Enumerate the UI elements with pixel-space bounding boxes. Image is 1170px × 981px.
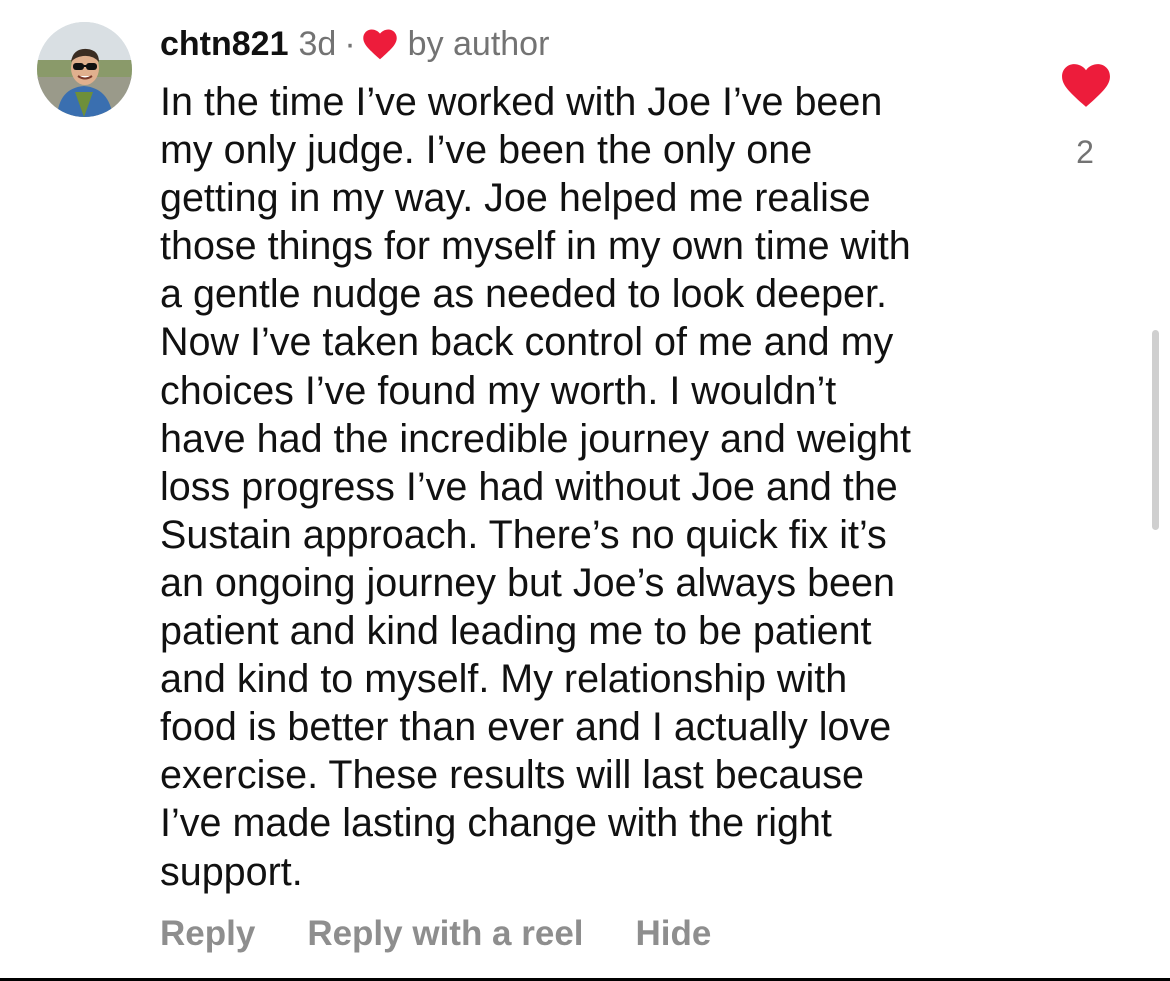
reply-with-reel-button[interactable]: Reply with a reel [307,914,583,954]
hide-button[interactable]: Hide [636,914,712,954]
comment-meta: chtn821 3d · by author [160,22,549,66]
like-count[interactable]: 2 [1060,134,1110,171]
heart-icon [362,29,397,60]
timestamp: 3d [298,24,337,63]
username[interactable]: chtn821 [160,25,289,64]
avatar[interactable] [37,22,132,117]
like-heart-icon[interactable] [1061,62,1111,108]
separator: · [344,24,356,63]
reply-button[interactable]: Reply [160,914,255,954]
author-badge: by author [407,24,550,63]
comment-text: In the time I’ve worked with Joe I’ve be… [160,80,912,894]
avatar-image [37,22,132,117]
comment-actions: Reply Reply with a reel Hide [160,914,711,954]
comment: chtn821 3d · by author In the time I’ve … [0,0,1170,978]
scrollbar[interactable] [1152,330,1159,530]
